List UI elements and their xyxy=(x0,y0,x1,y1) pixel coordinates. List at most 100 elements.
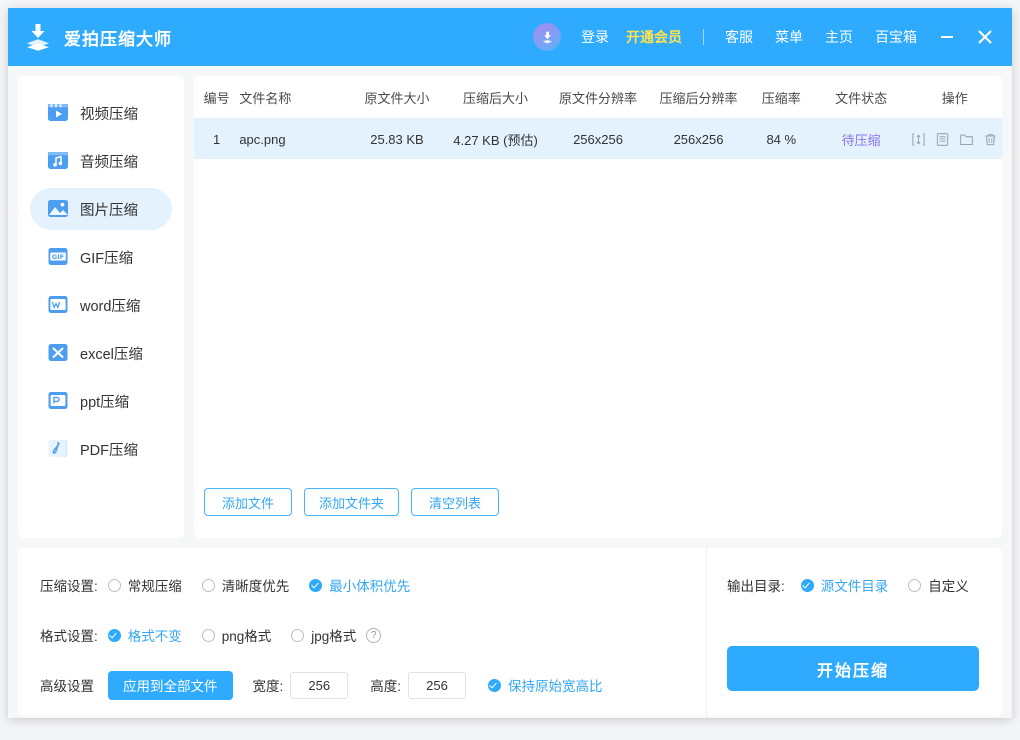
radio-clarity-first[interactable]: 清晰度优先 xyxy=(201,575,290,595)
column-header-no: 编号 xyxy=(203,90,230,106)
compress-settings-row: 压缩设置: 常规压缩 清晰度优先 最小体积优先 xyxy=(40,566,706,604)
radio-label: 清晰度优先 xyxy=(221,579,290,594)
radio-label: 源文件目录 xyxy=(820,579,889,594)
radio-output-custom[interactable]: 自定义 xyxy=(908,575,969,595)
support-link[interactable]: 客服 xyxy=(725,27,753,47)
titlebar-divider xyxy=(703,29,704,45)
radio-check-icon xyxy=(309,578,323,592)
sidebar-item-label: PDF压缩 xyxy=(80,442,138,459)
cell-filename: apc.png xyxy=(239,131,286,147)
output-directory-row: 输出目录: 源文件目录 自定义 xyxy=(727,566,982,604)
radio-normal-compress[interactable]: 常规压缩 xyxy=(107,575,182,595)
table-header: 编号 文件名称 原文件大小 压缩后大小 原文件分辨率 压缩后分辨率 压缩率 文件… xyxy=(194,76,1002,119)
radio-label: 最小体积优先 xyxy=(329,579,411,594)
cell-orig-size: 25.83 KB xyxy=(370,131,424,147)
clear-list-button[interactable]: 清空列表 xyxy=(411,488,500,516)
advanced-settings-label: 高级设置 xyxy=(40,679,94,694)
width-input[interactable] xyxy=(290,671,349,699)
checkbox-keep-aspect-ratio[interactable]: 保持原始宽高比 xyxy=(488,675,603,695)
radio-label: 格式不变 xyxy=(127,629,182,644)
pdf-compress-icon xyxy=(47,438,69,460)
radio-dot-icon xyxy=(908,578,922,592)
delete-icon[interactable] xyxy=(983,132,998,147)
cell-ratio: 84 % xyxy=(766,131,797,147)
titlebar-actions: 登录 开通会员 客服 菜单 主页 百宝箱 xyxy=(533,8,1012,66)
app-brand: 爱拍压缩大师 xyxy=(22,21,172,53)
toolbox-link[interactable]: 百宝箱 xyxy=(875,27,917,47)
sidebar-item-gif[interactable]: GIF GIF压缩 xyxy=(30,236,172,278)
height-input[interactable] xyxy=(408,671,467,699)
checkbox-label: 保持原始宽高比 xyxy=(508,679,603,694)
advanced-settings-row: 高级设置 应用到全部文件 宽度: 高度: 保持原始宽高比 xyxy=(40,666,706,704)
radio-format-png[interactable]: png格式 xyxy=(201,625,272,645)
table-row[interactable]: 1 apc.png 25.83 KB 4.27 KB (预估) 256x256 … xyxy=(194,119,1002,159)
column-header-orig-size: 原文件大小 xyxy=(364,90,430,106)
audio-compress-icon xyxy=(47,150,69,172)
width-label: 宽度: xyxy=(252,679,284,694)
height-label: 高度: xyxy=(370,679,402,694)
cell-no: 1 xyxy=(213,131,221,147)
preview-icon[interactable] xyxy=(935,132,950,147)
sidebar-item-ppt[interactable]: ppt压缩 xyxy=(30,380,172,422)
user-avatar-icon[interactable] xyxy=(533,23,561,51)
radio-label: 自定义 xyxy=(928,579,969,594)
application-window: 爱拍压缩大师 登录 开通会员 客服 菜单 主页 百宝箱 视频压缩 音频压缩 图片… xyxy=(8,8,1012,718)
sidebar-item-label: excel压缩 xyxy=(80,346,143,363)
sidebar-item-pdf[interactable]: PDF压缩 xyxy=(30,428,172,470)
sidebar-item-audio[interactable]: 音频压缩 xyxy=(30,140,172,182)
word-compress-icon xyxy=(47,294,69,316)
download-stack-icon xyxy=(22,21,54,53)
column-header-orig-resolution: 原文件分辨率 xyxy=(559,90,638,106)
radio-format-unchanged[interactable]: 格式不变 xyxy=(107,625,182,645)
radio-smallest-size-first[interactable]: 最小体积优先 xyxy=(309,575,410,595)
sidebar-item-label: 视频压缩 xyxy=(80,106,138,123)
radio-dot-icon xyxy=(201,628,215,642)
sidebar-item-excel[interactable]: excel压缩 xyxy=(30,332,172,374)
menu-link[interactable]: 菜单 xyxy=(775,27,803,47)
cell-compressed-size: 4.27 KB (预估) xyxy=(453,132,538,148)
sidebar-item-word[interactable]: word压缩 xyxy=(30,284,172,326)
radio-check-icon xyxy=(488,678,502,692)
sidebar-item-label: GIF压缩 xyxy=(80,250,134,267)
upper-section: 视频压缩 音频压缩 图片压缩 GIF GIF压缩 word压缩 excel压缩 … xyxy=(18,76,1002,538)
sidebar-item-video[interactable]: 视频压缩 xyxy=(30,92,172,134)
ppt-compress-icon xyxy=(47,390,69,412)
radio-label: jpg格式 xyxy=(311,629,357,644)
home-link[interactable]: 主页 xyxy=(825,27,853,47)
sidebar-item-label: 图片压缩 xyxy=(80,202,138,219)
radio-output-source-dir[interactable]: 源文件目录 xyxy=(800,575,889,595)
svg-text:GIF: GIF xyxy=(52,253,64,261)
help-question-icon[interactable]: ? xyxy=(366,627,382,643)
radio-dot-icon xyxy=(291,628,305,642)
radio-dot-icon xyxy=(107,578,121,592)
body-area: 视频压缩 音频压缩 图片压缩 GIF GIF压缩 word压缩 excel压缩 … xyxy=(8,66,1012,718)
column-header-name: 文件名称 xyxy=(239,90,292,106)
radio-check-icon xyxy=(800,578,814,592)
image-compress-icon xyxy=(47,198,69,220)
settings-left: 压缩设置: 常规压缩 清晰度优先 最小体积优先 格式设置: 格式不变 png格式… xyxy=(18,548,706,716)
sidebar-item-label: 音频压缩 xyxy=(80,154,138,171)
login-link[interactable]: 登录 xyxy=(581,27,609,47)
apply-to-all-button[interactable]: 应用到全部文件 xyxy=(108,670,233,700)
status-badge: 待压缩 xyxy=(841,132,881,148)
resize-icon[interactable] xyxy=(911,132,926,147)
radio-dot-icon xyxy=(201,578,215,592)
sidebar-item-image[interactable]: 图片压缩 xyxy=(30,188,172,230)
close-icon[interactable] xyxy=(966,8,1004,66)
minimize-icon[interactable] xyxy=(928,8,966,66)
sidebar-item-label: word压缩 xyxy=(80,298,141,315)
vip-link[interactable]: 开通会员 xyxy=(626,27,682,47)
open-folder-icon[interactable] xyxy=(959,132,974,147)
list-action-bar: 添加文件 添加文件夹 清空列表 xyxy=(194,488,1002,538)
radio-format-jpg[interactable]: jpg格式 xyxy=(291,625,356,645)
sidebar: 视频压缩 音频压缩 图片压缩 GIF GIF压缩 word压缩 excel压缩 … xyxy=(18,76,184,538)
sidebar-item-label: ppt压缩 xyxy=(80,394,130,411)
add-folder-button[interactable]: 添加文件夹 xyxy=(304,488,400,516)
column-header-status: 文件状态 xyxy=(835,90,888,106)
start-compress-button[interactable]: 开始压缩 xyxy=(727,646,979,691)
add-file-button[interactable]: 添加文件 xyxy=(204,488,292,516)
excel-compress-icon xyxy=(47,342,69,364)
cell-orig-resolution: 256x256 xyxy=(573,131,623,147)
radio-label: png格式 xyxy=(221,629,272,644)
radio-check-icon xyxy=(107,628,121,642)
